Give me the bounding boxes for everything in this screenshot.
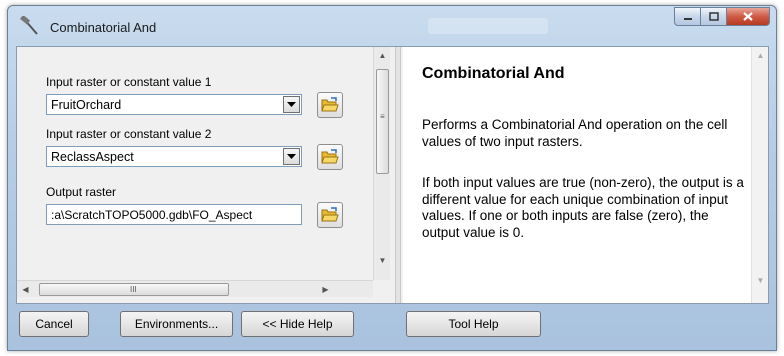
parameters-horizontal-scrollbar[interactable]: ◀ III ▶ (17, 280, 373, 297)
grip-icon: III (130, 285, 137, 294)
output-value: :a\ScratchTOPO5000.gdb\FO_Aspect (51, 208, 253, 222)
maximize-button[interactable] (700, 7, 726, 26)
scroll-up-arrow-icon[interactable]: ▲ (374, 47, 391, 64)
scroll-down-arrow-icon[interactable]: ▼ (374, 252, 391, 269)
minimize-button[interactable] (674, 7, 700, 26)
input1-label: Input raster or constant value 1 (46, 75, 212, 89)
cancel-button[interactable]: Cancel (19, 311, 89, 337)
scroll-right-arrow-icon[interactable]: ▶ (317, 281, 334, 298)
chevron-down-icon (287, 153, 296, 159)
scroll-down-arrow-icon[interactable]: ▼ (752, 272, 768, 289)
dialog-client-area: Input raster or constant value 1 FruitOr… (16, 46, 769, 304)
input2-dropdown-button[interactable] (283, 148, 300, 165)
input1-browse-button[interactable] (317, 92, 343, 118)
background-window-ghost (428, 18, 548, 34)
parameters-pane: Input raster or constant value 1 FruitOr… (17, 47, 397, 303)
tool-hammer-icon (20, 14, 42, 36)
help-paragraph-1: Performs a Combinatorial And operation o… (422, 117, 728, 149)
pane-splitter[interactable] (395, 47, 401, 303)
hide-help-button[interactable]: << Hide Help (241, 311, 354, 337)
output-browse-button[interactable] (317, 202, 343, 228)
output-label: Output raster (46, 185, 117, 199)
window-title: Combinatorial And (50, 20, 157, 35)
input1-dropdown-button[interactable] (283, 96, 300, 113)
input2-label: Input raster or constant value 2 (46, 127, 212, 141)
close-icon (743, 12, 753, 21)
title-bar[interactable]: Combinatorial And (8, 6, 776, 46)
input2-value: ReclassAspect (51, 150, 134, 164)
caption-buttons (674, 7, 770, 27)
minimize-icon (683, 17, 692, 20)
open-folder-icon (321, 149, 339, 164)
chevron-down-icon (287, 101, 296, 107)
close-button[interactable] (726, 7, 770, 26)
input2-combobox[interactable]: ReclassAspect (46, 146, 302, 167)
help-vertical-scrollbar[interactable]: ▲ ▼ (751, 47, 768, 303)
help-paragraph-2: If both input values are true (non-zero)… (422, 175, 744, 240)
input1-combobox[interactable]: FruitOrchard (46, 94, 302, 115)
grip-icon: ≡ (380, 112, 385, 121)
scroll-up-arrow-icon[interactable]: ▲ (752, 47, 768, 64)
input2-browse-button[interactable] (317, 144, 343, 170)
dialog-window: Combinatorial And Input raster or consta… (7, 5, 777, 351)
open-folder-icon (321, 207, 339, 222)
output-raster-field[interactable]: :a\ScratchTOPO5000.gdb\FO_Aspect (46, 204, 302, 225)
horizontal-scroll-thumb[interactable]: III (39, 283, 229, 296)
vertical-scroll-thumb[interactable]: ≡ (376, 69, 389, 174)
open-folder-icon (321, 97, 339, 112)
maximize-icon (708, 12, 719, 21)
tool-help-button[interactable]: Tool Help (406, 311, 541, 337)
scroll-left-arrow-icon[interactable]: ◀ (17, 281, 34, 298)
help-title: Combinatorial And (422, 65, 565, 82)
help-pane: Combinatorial And Performs a Combinatori… (403, 47, 768, 303)
input1-value: FruitOrchard (51, 98, 122, 112)
environments-button[interactable]: Environments... (120, 311, 233, 337)
parameters-vertical-scrollbar[interactable]: ▲ ≡ ▼ (373, 47, 390, 280)
